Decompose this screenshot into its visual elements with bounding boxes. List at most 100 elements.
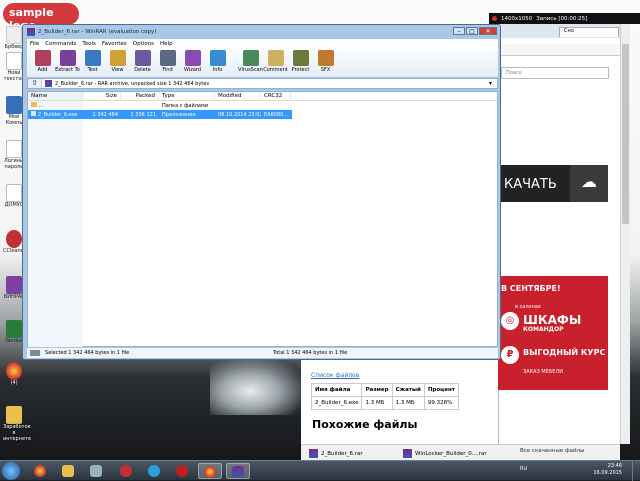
taskbar-explorer[interactable] <box>56 463 80 479</box>
col-type[interactable]: Type <box>159 92 215 100</box>
list-item[interactable]: .. Папка с файлами <box>28 101 497 110</box>
drive-icon <box>30 350 40 356</box>
desktop-icon-label: Заработок в интернете <box>3 424 32 442</box>
ccleaner-icon <box>6 230 22 248</box>
cell-percent: 99.328% <box>423 396 459 410</box>
toolbar-label: Find <box>162 67 173 73</box>
info-icon <box>209 50 226 66</box>
path-bar[interactable]: ⇧ 2_Builder_6.rar - RAR archive, unpacke… <box>27 78 498 89</box>
toolbar-label: Test <box>87 67 98 73</box>
rar-file-icon <box>45 80 52 87</box>
minimize-button[interactable]: – <box>453 27 465 35</box>
language-indicator[interactable]: RU <box>520 466 527 472</box>
window-title: 2_Builder_6.rar - WinRAR (evaluation cop… <box>38 29 157 35</box>
start-button[interactable] <box>2 462 20 480</box>
document-icon <box>6 140 22 158</box>
col-modified[interactable]: Modified <box>215 92 261 100</box>
cloud-download-icon: ☁ <box>570 165 608 202</box>
system-clock[interactable]: 23:46 16.09.2015 <box>593 463 622 477</box>
col-crc32[interactable]: CRC32 <box>261 92 291 100</box>
show-all-downloads-link[interactable]: Все скачанные файлы <box>520 448 584 454</box>
wizard-button[interactable]: Wizard <box>180 48 205 77</box>
desktop-icon-folder[interactable]: Заработок в интернете <box>3 406 32 442</box>
archive-path: 2_Builder_6.rar - RAR archive, unpacked … <box>55 80 210 87</box>
taskbar-browser[interactable] <box>28 463 52 479</box>
winrar-window: 2_Builder_6.rar - WinRAR (evaluation cop… <box>22 24 501 360</box>
maximize-button[interactable]: □ <box>466 27 478 35</box>
list-item-selected[interactable]: 2_Builder_6.exe 1 342 464 1 336 121 Прил… <box>28 110 292 119</box>
taskbar-app[interactable] <box>170 463 194 479</box>
col-filename: Имя файла <box>310 383 363 397</box>
delete-button[interactable]: Delete <box>130 48 155 77</box>
taskbar-skype[interactable] <box>142 463 166 479</box>
toolbar-label: Delete <box>134 67 151 73</box>
winrar-app-icon <box>27 28 35 36</box>
col-size: Размер <box>361 383 393 397</box>
download-button[interactable]: КАЧАТЬ ☁ <box>490 165 608 202</box>
protect-button[interactable]: Protect <box>288 48 313 77</box>
comment-icon <box>267 50 284 66</box>
title-bar[interactable]: 2_Builder_6.rar - WinRAR (evaluation cop… <box>23 25 500 39</box>
add-button[interactable]: Add <box>30 48 55 77</box>
sfx-button[interactable]: SFX <box>313 48 338 77</box>
show-desktop-button[interactable] <box>632 461 640 481</box>
menu-tools[interactable]: Tools <box>82 41 96 47</box>
browser-scrollbar[interactable] <box>620 24 630 444</box>
file-list[interactable]: Name Size Packed Type Modified CRC32 .. … <box>27 91 498 347</box>
col-packed[interactable]: Packed <box>121 92 159 100</box>
row-packed: 1 336 121 <box>130 111 156 118</box>
extract-to-button[interactable]: Extract To <box>55 48 80 77</box>
row-name: .. <box>28 102 83 109</box>
info-button[interactable]: Info <box>205 48 230 77</box>
document-icon <box>6 184 22 202</box>
skype-icon <box>148 465 160 477</box>
col-size[interactable]: Size <box>83 92 121 100</box>
ad-offer: ВЫГОДНЫЙ КУРС <box>523 348 606 357</box>
app-icon <box>176 465 188 477</box>
cell-filename: 2_Builder_6.exe <box>310 396 363 410</box>
status-total: Total 1 342 464 bytes in 1 file <box>273 350 348 356</box>
taskbar-ccleaner[interactable] <box>114 463 138 479</box>
menu-file[interactable]: File <box>30 41 39 47</box>
menu-commands[interactable]: Commands <box>45 41 76 47</box>
table-header-row: Имя файла Размер Сжатый Процент <box>310 383 459 397</box>
row-type: Приложение <box>162 111 196 118</box>
find-button[interactable]: Find <box>155 48 180 77</box>
site-search-input[interactable]: Поиск <box>501 67 609 79</box>
ruble-icon: ₽ <box>501 346 519 364</box>
test-button[interactable]: Test <box>80 48 105 77</box>
ad-line: в салонах <box>515 304 541 310</box>
browser-icon <box>204 466 216 478</box>
taskbar-yandex-browser[interactable] <box>198 463 222 479</box>
toolbar-label: View <box>111 67 124 73</box>
text-file-icon <box>6 52 22 70</box>
ad-headline: В СЕНТЯБРЕ! <box>501 284 561 293</box>
file-list-link[interactable]: Список файлов <box>311 372 465 379</box>
chevron-down-icon[interactable]: ▾ <box>489 80 497 87</box>
screen-recorder-bar[interactable]: 1400x1050 Запись [00:00:25] <box>489 13 640 24</box>
taskbar-winrar[interactable] <box>226 463 250 479</box>
add-icon <box>34 50 51 66</box>
desktop-icon-browser-2[interactable]: (4) <box>3 362 25 386</box>
taskbar-media[interactable] <box>84 463 108 479</box>
browser-address-bar[interactable] <box>499 44 621 56</box>
menu-favorites[interactable]: Favorites <box>102 41 127 47</box>
download-item-name: 2_Builder_6.rar <box>321 450 363 457</box>
col-name[interactable]: Name <box>28 92 83 100</box>
download-item[interactable]: WinLocker_Builder_0....rar <box>399 448 487 459</box>
menu-options[interactable]: Options <box>133 41 154 47</box>
comment-button[interactable]: Comment <box>263 48 288 77</box>
download-item[interactable]: 2_Builder_6.rar <box>305 448 363 459</box>
status-bar: Selected 1 342 464 bytes in 1 file Total… <box>27 348 498 358</box>
menu-help[interactable]: Help <box>160 41 173 47</box>
virusscan-button[interactable]: VirusScan <box>238 48 263 77</box>
column-headers: Name Size Packed Type Modified CRC32 <box>28 92 497 101</box>
view-button[interactable]: View <box>105 48 130 77</box>
toolbar-label: Add <box>37 67 48 73</box>
browser-tab[interactable]: Сно <box>559 27 619 37</box>
browser-window: Сно Поиск <box>498 24 621 464</box>
close-button[interactable]: ✕ <box>479 27 497 35</box>
up-folder-icon[interactable]: ⇧ <box>28 79 42 88</box>
scrollbar-thumb[interactable] <box>622 44 629 224</box>
toolbar-label: Wizard <box>183 67 202 73</box>
